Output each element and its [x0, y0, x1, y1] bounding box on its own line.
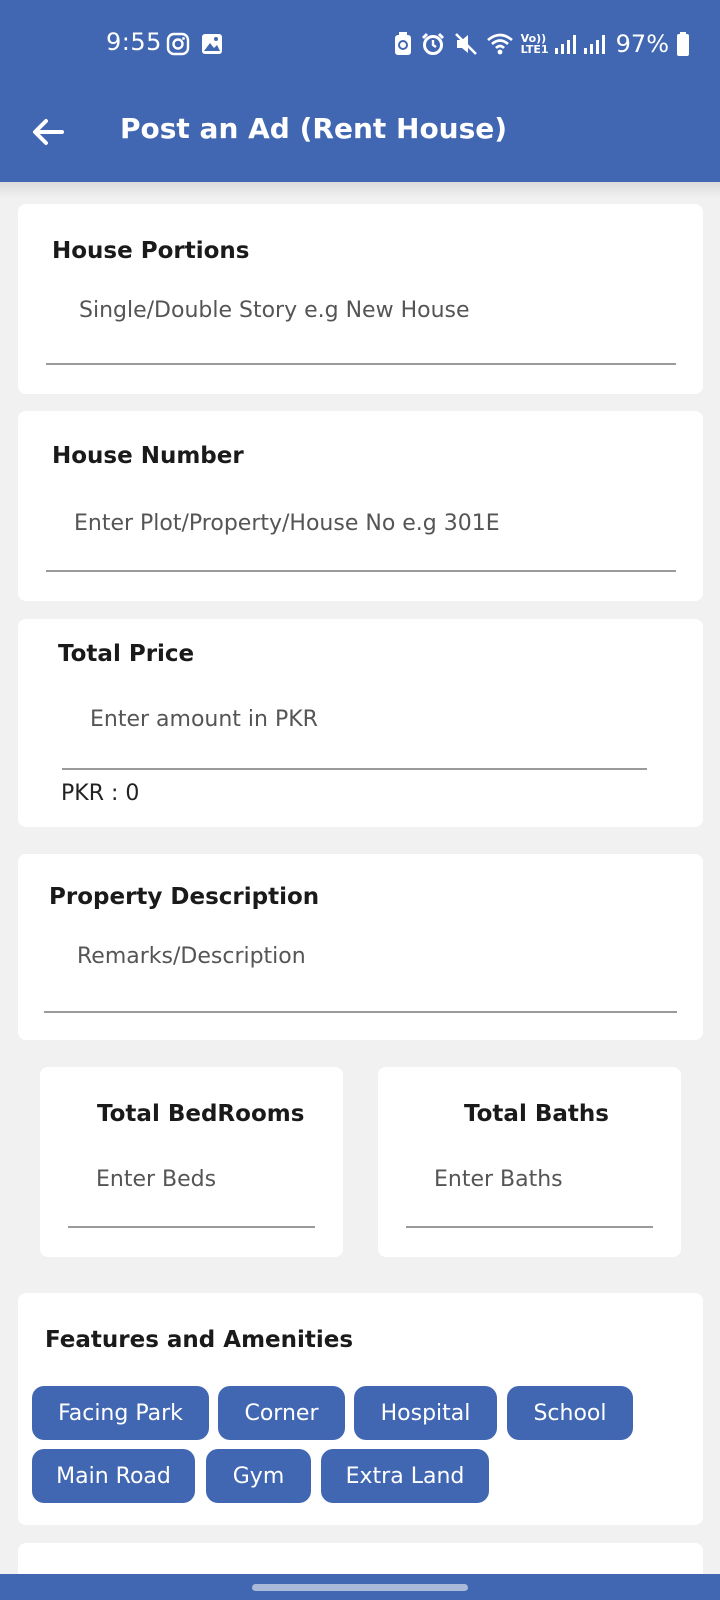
battery-icon	[677, 32, 689, 56]
header-shadow	[0, 182, 720, 198]
property-description-input[interactable]: Remarks/Description	[77, 944, 306, 969]
mute-icon	[454, 33, 477, 55]
chip-extra-land[interactable]: Extra Land	[321, 1449, 489, 1503]
chip-facing-park[interactable]: Facing Park	[32, 1386, 209, 1440]
page-title: Post an Ad (Rent House)	[120, 112, 508, 145]
pkr-converted-value: PKR : 0	[61, 781, 140, 806]
gallery-icon	[202, 34, 222, 54]
app-header: 9:55 Vo)) LTE1 97% Post an Ad (Rent Hous…	[0, 0, 720, 182]
bedrooms-input[interactable]: Enter Beds	[96, 1167, 216, 1192]
house-portions-underline	[46, 363, 676, 365]
status-time: 9:55	[106, 28, 162, 56]
baths-input[interactable]: Enter Baths	[434, 1167, 563, 1192]
property-description-underline	[44, 1011, 677, 1013]
amenities-card: Features and Amenities Facing Park Corne…	[18, 1293, 703, 1525]
signal-icon-2	[583, 35, 605, 54]
battery-percent: 97%	[615, 30, 669, 58]
house-number-card: House Number Enter Plot/Property/House N…	[18, 411, 703, 601]
house-number-underline	[46, 570, 676, 572]
chip-gym[interactable]: Gym	[206, 1449, 311, 1503]
house-portions-label: House Portions	[52, 238, 250, 264]
chip-main-road[interactable]: Main Road	[32, 1449, 195, 1503]
house-portions-input[interactable]: Single/Double Story e.g New House	[79, 298, 470, 323]
chip-hospital[interactable]: Hospital	[354, 1386, 497, 1440]
bedrooms-card: Total BedRooms Enter Beds	[40, 1067, 343, 1257]
alarm-icon	[421, 32, 444, 55]
property-description-card: Property Description Remarks/Description	[18, 854, 703, 1040]
battery-saver-icon	[394, 32, 411, 55]
signal-icon	[554, 35, 576, 54]
wifi-icon	[486, 33, 513, 55]
baths-label: Total Baths	[464, 1101, 609, 1127]
status-bar: 9:55 Vo)) LTE1 97%	[0, 26, 720, 64]
back-arrow-icon[interactable]	[28, 112, 68, 152]
system-nav-bar	[0, 1574, 720, 1600]
total-price-underline	[62, 768, 647, 770]
instagram-icon	[166, 32, 190, 56]
volte-label: Vo)) LTE1	[520, 32, 549, 56]
house-number-input[interactable]: Enter Plot/Property/House No e.g 301E	[74, 511, 500, 536]
home-gesture-handle[interactable]	[252, 1584, 468, 1591]
total-price-card: Total Price Enter amount in PKR PKR : 0	[18, 619, 703, 827]
property-description-label: Property Description	[49, 884, 320, 910]
baths-underline	[406, 1226, 653, 1228]
chip-corner[interactable]: Corner	[218, 1386, 345, 1440]
chip-school[interactable]: School	[507, 1386, 633, 1440]
baths-card: Total Baths Enter Baths	[378, 1067, 681, 1257]
total-price-input[interactable]: Enter amount in PKR	[90, 707, 318, 732]
house-number-label: House Number	[52, 443, 244, 469]
house-portions-card: House Portions Single/Double Story e.g N…	[18, 204, 703, 394]
bedrooms-label: Total BedRooms	[97, 1101, 305, 1127]
bedrooms-underline	[68, 1226, 315, 1228]
amenities-label: Features and Amenities	[45, 1327, 354, 1353]
total-price-label: Total Price	[58, 641, 195, 667]
